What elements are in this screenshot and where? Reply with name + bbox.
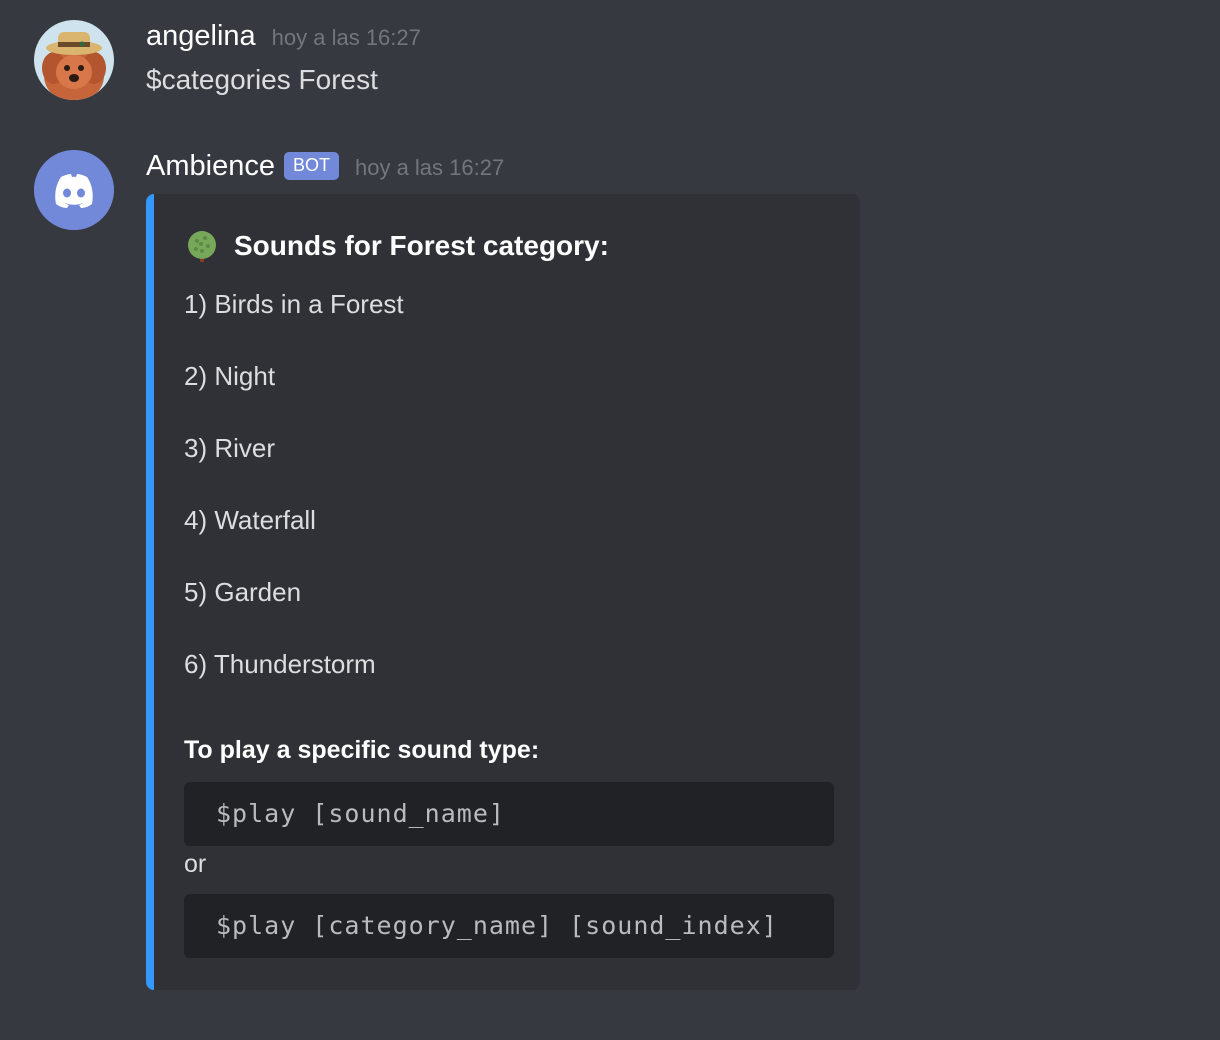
discord-logo-icon bbox=[34, 150, 114, 230]
avatar[interactable] bbox=[34, 20, 114, 100]
timestamp: hoy a las 16:27 bbox=[271, 25, 421, 50]
sound-item: 3) River bbox=[184, 433, 276, 463]
embed-title: Sounds for Forest category: bbox=[184, 228, 609, 264]
tree-icon bbox=[188, 231, 216, 262]
usage-heading: To play a specific sound type: bbox=[184, 736, 540, 764]
sound-item: 5) Garden bbox=[184, 577, 302, 607]
username[interactable]: angelina bbox=[146, 20, 256, 53]
sound-item: 1) Birds in a Forest bbox=[184, 289, 404, 319]
username[interactable]: Ambience bbox=[146, 150, 275, 183]
sound-item: 6) Thunderstorm bbox=[184, 649, 376, 679]
code-block: $play [sound_name] bbox=[184, 782, 834, 846]
bot-tag: BOT bbox=[283, 152, 339, 180]
or-text: or bbox=[184, 850, 207, 878]
avatar[interactable] bbox=[34, 150, 114, 230]
message-header: Ambience BOT hoy a las 16:27 bbox=[146, 150, 504, 184]
timestamp: hoy a las 16:27 bbox=[354, 155, 505, 180]
sound-item: 2) Night bbox=[184, 361, 276, 391]
embed-title-text: Sounds for Forest category: bbox=[234, 230, 609, 261]
code-block: $play [category_name] [sound_index] bbox=[184, 894, 834, 958]
message-content: $categories Forest bbox=[146, 64, 378, 95]
message-header: angelina hoy a las 16:27 bbox=[146, 20, 421, 53]
embed: Sounds for Forest category: 1) Birds in … bbox=[146, 194, 860, 990]
dog-avatar-icon bbox=[34, 20, 114, 100]
chat-area: angelina hoy a las 16:27 $categories For… bbox=[0, 0, 1220, 1040]
sound-item: 4) Waterfall bbox=[184, 505, 316, 535]
